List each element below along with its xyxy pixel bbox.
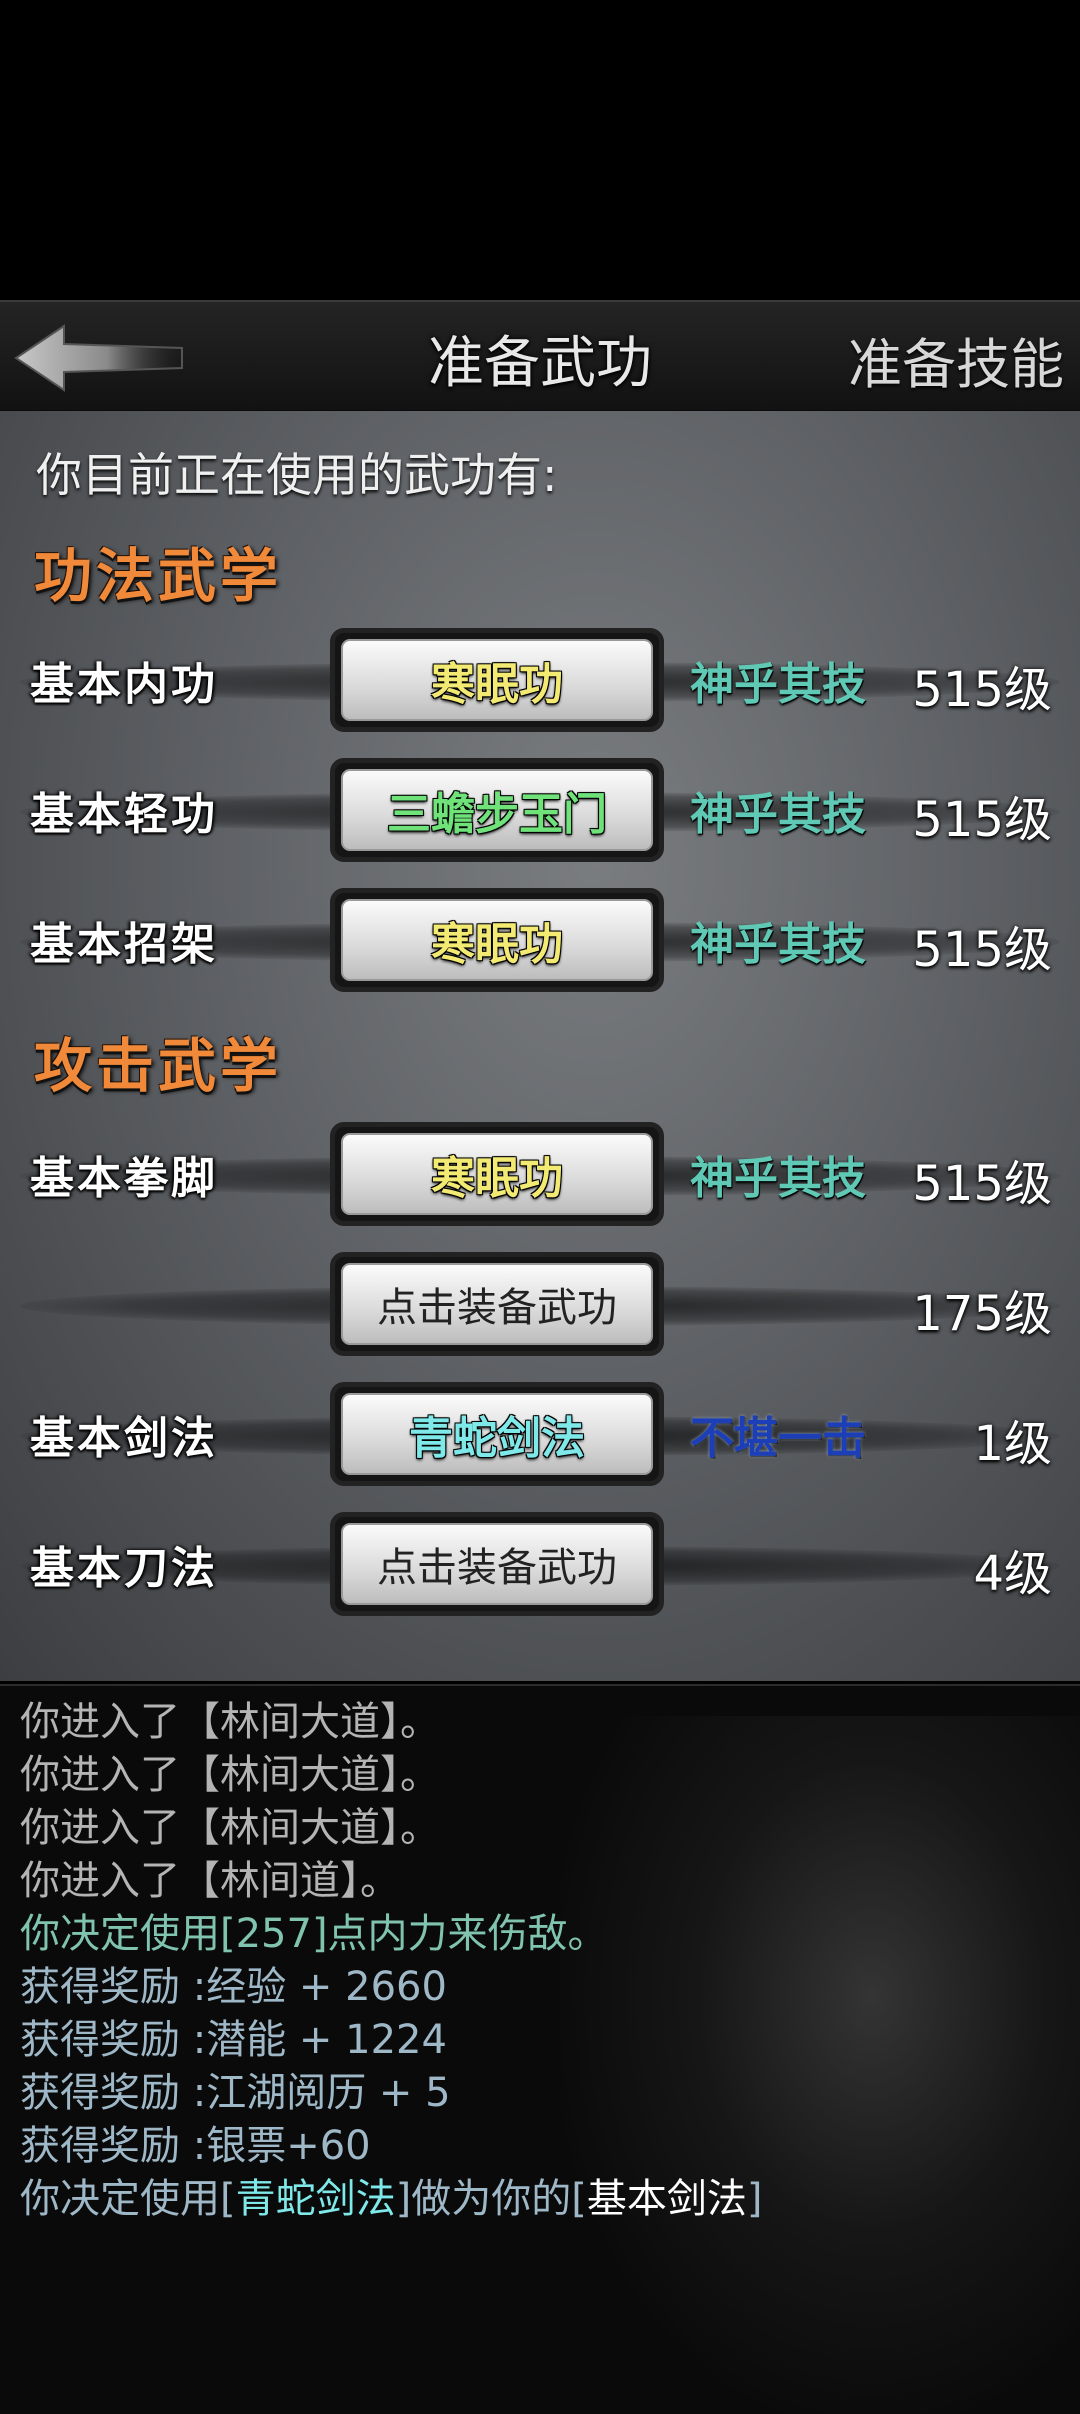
skill-level: 515级 bbox=[912, 922, 1052, 978]
equipped-skill-name: 寒眠功 bbox=[341, 1133, 653, 1215]
equip-placeholder-label: 点击装备武功 bbox=[341, 1263, 653, 1345]
skill-level: 515级 bbox=[912, 662, 1052, 718]
skill-rank: 神乎其技 bbox=[690, 659, 866, 710]
log-line: 你进入了【林间大道】。 bbox=[20, 1752, 440, 1798]
skill-row-qinggong: 基本轻功 三蟾步玉门 神乎其技 515级 bbox=[0, 754, 1080, 864]
skill-category: 基本刀法 bbox=[30, 1543, 218, 1594]
skill-level: 4级 bbox=[973, 1546, 1052, 1602]
log-text: 你决定使用[ bbox=[20, 2176, 236, 2222]
equip-skill-button[interactable]: 三蟾步玉门 bbox=[330, 758, 664, 862]
log-lines: 你进入了【林间大道】。 你进入了【林间大道】。 你进入了【林间大道】。 你进入了… bbox=[20, 1696, 762, 2226]
section-title-cultivation: 功法武学 bbox=[34, 542, 283, 610]
message-log[interactable]: 你进入了【林间大道】。 你进入了【林间大道】。 你进入了【林间大道】。 你进入了… bbox=[0, 1684, 1080, 2414]
skill-rank: 不堪一击 bbox=[690, 1413, 866, 1464]
log-line: 获得奖励 :江湖阅历 + 5 bbox=[20, 2070, 451, 2116]
log-line-final: 你决定使用[青蛇剑法]做为你的[基本剑法] bbox=[20, 2173, 762, 2226]
skill-level: 515级 bbox=[912, 1156, 1052, 1212]
log-line: 你进入了【林间大道】。 bbox=[20, 1805, 440, 1851]
skill-rank: 神乎其技 bbox=[690, 919, 866, 970]
skill-row-quanjiao: 基本拳脚 寒眠功 神乎其技 515级 bbox=[0, 1118, 1080, 1228]
skill-rank: 神乎其技 bbox=[690, 1153, 866, 1204]
skill-category: 基本招架 bbox=[30, 919, 218, 970]
skill-row-zhaojia: 基本招架 寒眠功 神乎其技 515级 bbox=[0, 884, 1080, 994]
skill-category: 基本轻功 bbox=[30, 789, 218, 840]
log-text: ]做为你的[ bbox=[395, 2176, 587, 2222]
skill-level: 1级 bbox=[973, 1416, 1052, 1472]
log-line: 获得奖励 :经验 + 2660 bbox=[20, 1964, 447, 2010]
log-line: 获得奖励 :潜能 + 1224 bbox=[20, 2017, 447, 2063]
log-slot-name: 基本剑法 bbox=[586, 2176, 747, 2222]
equipped-skill-name: 寒眠功 bbox=[341, 639, 653, 721]
log-line: 你进入了【林间大道】。 bbox=[20, 1699, 440, 1745]
status-bar-area bbox=[0, 0, 1080, 300]
section-title-attack: 攻击武学 bbox=[34, 1032, 283, 1100]
skill-level: 175级 bbox=[912, 1286, 1052, 1342]
equip-placeholder-label: 点击装备武功 bbox=[341, 1523, 653, 1605]
skill-category: 基本内功 bbox=[30, 659, 218, 710]
skill-row-daofa: 基本刀法 点击装备武功 4级 bbox=[0, 1508, 1080, 1618]
skill-category: 基本剑法 bbox=[30, 1413, 218, 1464]
log-line: 获得奖励 :银票+60 bbox=[20, 2123, 371, 2169]
equip-skill-button[interactable]: 点击装备武功 bbox=[330, 1252, 664, 1356]
intro-text: 你目前正在使用的武功有: bbox=[36, 448, 558, 502]
log-line: 你进入了【林间道】。 bbox=[20, 1858, 400, 1904]
prepare-skills-button[interactable]: 准备技能 bbox=[848, 320, 1064, 399]
log-skill-name: 青蛇剑法 bbox=[235, 2176, 396, 2222]
skill-row-neigong: 基本内功 寒眠功 神乎其技 515级 bbox=[0, 624, 1080, 734]
equipped-skill-name: 寒眠功 bbox=[341, 899, 653, 981]
skill-category: 基本拳脚 bbox=[30, 1153, 218, 1204]
log-text: ] bbox=[746, 2176, 763, 2222]
log-line: 你决定使用[257]点内力来伤敌。 bbox=[20, 1911, 608, 1957]
equip-skill-button[interactable]: 寒眠功 bbox=[330, 1122, 664, 1226]
equip-panel: 你目前正在使用的武功有: 功法武学 基本内功 寒眠功 神乎其技 515级 基本轻… bbox=[0, 411, 1080, 1681]
skill-row-unnamed: 点击装备武功 175级 bbox=[0, 1248, 1080, 1358]
skill-row-jianfa: 基本剑法 青蛇剑法 不堪一击 1级 bbox=[0, 1378, 1080, 1488]
header-bar: 准备武功 准备技能 bbox=[0, 300, 1080, 413]
equip-skill-button[interactable]: 寒眠功 bbox=[330, 888, 664, 992]
equip-skill-button[interactable]: 寒眠功 bbox=[330, 628, 664, 732]
equip-skill-button[interactable]: 青蛇剑法 bbox=[330, 1382, 664, 1486]
equipped-skill-name: 三蟾步玉门 bbox=[341, 769, 653, 851]
equip-skill-button[interactable]: 点击装备武功 bbox=[330, 1512, 664, 1616]
skill-rank: 神乎其技 bbox=[690, 789, 866, 840]
equipped-skill-name: 青蛇剑法 bbox=[341, 1393, 653, 1475]
skill-level: 515级 bbox=[912, 792, 1052, 848]
